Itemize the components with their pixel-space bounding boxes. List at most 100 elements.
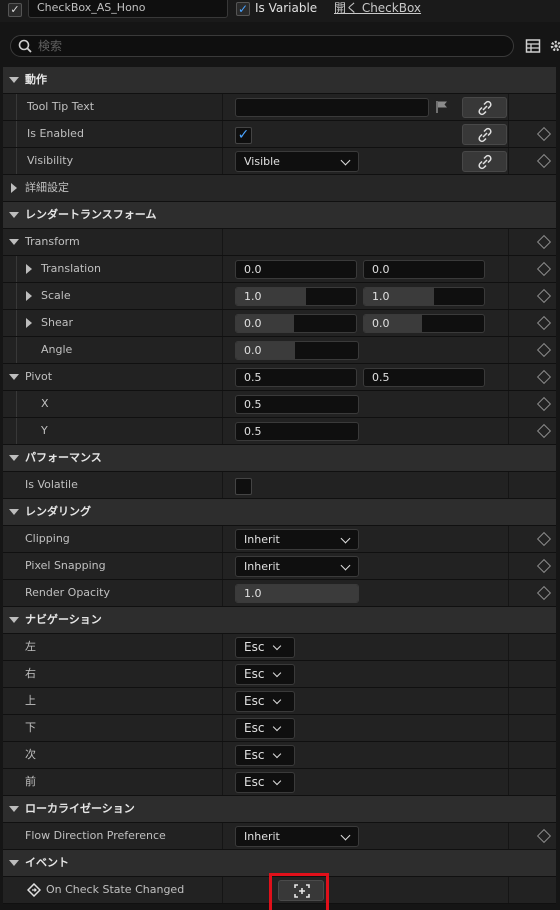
pivot-y-label: Y (41, 424, 48, 437)
search-placeholder: 検索 (38, 39, 63, 53)
nav-rule-dropdown[interactable]: Esc (235, 718, 295, 739)
nav-rule-value: Esc (244, 775, 265, 789)
chevron-down-icon (340, 155, 351, 166)
translation-x-field[interactable]: 0.0 (235, 260, 357, 279)
chevron-down-icon (340, 533, 351, 544)
scale-y-field[interactable]: 1.0 (363, 287, 485, 306)
expand-arrow-icon[interactable] (26, 318, 32, 328)
gear-icon[interactable] (548, 37, 560, 55)
keyframe-diamond-icon[interactable] (536, 126, 552, 142)
angle-field[interactable]: 0.0 (235, 341, 359, 360)
search-icon (18, 39, 32, 53)
keyframe-diamond-icon[interactable] (536, 558, 552, 574)
keyframe-diamond-icon[interactable] (536, 288, 552, 304)
chevron-down-icon (272, 776, 282, 786)
binding-button[interactable] (462, 97, 507, 118)
section-navigation[interactable]: ナビゲーション (3, 607, 556, 634)
section-title: ナビゲーション (25, 613, 102, 626)
nav-rule-value: Esc (244, 667, 265, 681)
nav-rule-dropdown[interactable]: Esc (235, 772, 295, 793)
row-pivot-x: X 0.5 (3, 391, 556, 418)
scale-x-field[interactable]: 1.0 (235, 287, 357, 306)
expand-arrow-icon[interactable] (26, 291, 32, 301)
search-input[interactable] (10, 35, 514, 57)
widget-name-field[interactable]: CheckBox_AS_Hono (28, 0, 228, 18)
row-shear: Shear 0.0 0.0 (3, 310, 556, 337)
row-transform[interactable]: Transform (3, 229, 556, 256)
expand-arrow-icon[interactable] (26, 264, 32, 274)
keyframe-diamond-icon[interactable] (536, 369, 552, 385)
row-advanced[interactable]: 詳細設定 (3, 175, 556, 202)
nav-rule-dropdown[interactable]: Esc (235, 637, 295, 658)
section-title: パフォーマンス (25, 451, 102, 464)
is-volatile-checkbox[interactable] (235, 478, 252, 495)
binding-button[interactable] (462, 124, 507, 145)
keyframe-diamond-icon[interactable] (536, 423, 552, 439)
keyframe-diamond-icon[interactable] (536, 828, 552, 844)
row-nav-previous: 前 Esc (3, 769, 556, 796)
row-nav-right: 右 Esc (3, 661, 556, 688)
keyframe-diamond-icon[interactable] (536, 342, 552, 358)
collapse-arrow-icon (9, 77, 19, 83)
collapse-arrow-icon[interactable] (9, 374, 19, 380)
keyframe-diamond-icon[interactable] (536, 396, 552, 412)
nav-rule-dropdown[interactable]: Esc (235, 745, 295, 766)
flow-direction-dropdown[interactable]: Inherit (235, 826, 359, 847)
row-nav-left: 左 Esc (3, 634, 556, 661)
row-render-opacity: Render Opacity 1.0 (3, 580, 556, 607)
section-rendering[interactable]: レンダリング (3, 499, 556, 526)
section-performance[interactable]: パフォーマンス (3, 445, 556, 472)
is-volatile-label: Is Volatile (25, 478, 78, 491)
row-tooltip-text: Tool Tip Text (3, 94, 556, 121)
chevron-down-icon (272, 668, 282, 678)
section-localization[interactable]: ローカライゼーション (3, 796, 556, 823)
pivot-y-field[interactable]: 0.5 (363, 368, 485, 387)
collapse-arrow-icon (9, 239, 19, 245)
table-view-icon[interactable] (525, 38, 541, 54)
tooltip-text-field[interactable] (235, 98, 429, 117)
keyframe-diamond-icon[interactable] (536, 153, 552, 169)
nav-rule-dropdown[interactable]: Esc (235, 691, 295, 712)
pivot-y-value-field[interactable]: 0.5 (235, 422, 359, 441)
shear-x-field[interactable]: 0.0 (235, 314, 357, 333)
chevron-down-icon (272, 722, 282, 732)
keyframe-diamond-icon[interactable] (536, 531, 552, 547)
pivot-x-value-field[interactable]: 0.5 (235, 395, 359, 414)
nav-rule-value: Esc (244, 640, 265, 654)
nav-rule-dropdown[interactable]: Esc (235, 664, 295, 685)
row-is-enabled: Is Enabled ✓ (3, 121, 556, 148)
render-opacity-field[interactable]: 1.0 (235, 584, 359, 603)
section-title: レンダートランスフォーム (25, 208, 157, 221)
on-check-state-changed-label: On Check State Changed (46, 883, 185, 896)
visibility-dropdown[interactable]: Visible (235, 151, 359, 172)
pixel-snapping-dropdown[interactable]: Inherit (235, 556, 359, 577)
keyframe-diamond-icon[interactable] (536, 585, 552, 601)
section-title: ローカライゼーション (25, 802, 135, 815)
section-render-transform[interactable]: レンダートランスフォーム (3, 202, 556, 229)
render-opacity-label: Render Opacity (25, 586, 110, 599)
keyframe-diamond-icon[interactable] (536, 261, 552, 277)
is-variable-checkbox[interactable]: ✓ (236, 2, 250, 16)
keyframe-diamond-icon[interactable] (536, 315, 552, 331)
flag-icon[interactable] (435, 100, 449, 114)
clipping-dropdown[interactable]: Inherit (235, 529, 359, 550)
collapse-arrow-icon (9, 455, 19, 461)
highlight-frame (269, 873, 329, 910)
binding-button[interactable] (462, 151, 507, 172)
row-is-volatile: Is Volatile (3, 472, 556, 499)
flow-direction-value: Inherit (244, 830, 280, 843)
translation-y-field[interactable]: 0.0 (363, 260, 485, 279)
translation-label: Translation (41, 262, 101, 275)
shear-y-field[interactable]: 0.0 (363, 314, 485, 333)
row-nav-next: 次 Esc (3, 742, 556, 769)
keyframe-diamond-icon[interactable] (536, 234, 552, 250)
open-checkbox-link[interactable]: 開く CheckBox (334, 0, 421, 16)
nav-rule-value: Esc (244, 748, 265, 762)
section-behavior[interactable]: 動作 (3, 67, 556, 94)
chevron-down-icon (340, 560, 351, 571)
pivot-x-field[interactable]: 0.5 (235, 368, 357, 387)
row-pixel-snapping: Pixel Snapping Inherit (3, 553, 556, 580)
is-enabled-checkbox[interactable]: ✓ (235, 127, 252, 144)
row-pivot: Pivot 0.5 0.5 (3, 364, 556, 391)
chevron-down-icon (272, 641, 282, 651)
